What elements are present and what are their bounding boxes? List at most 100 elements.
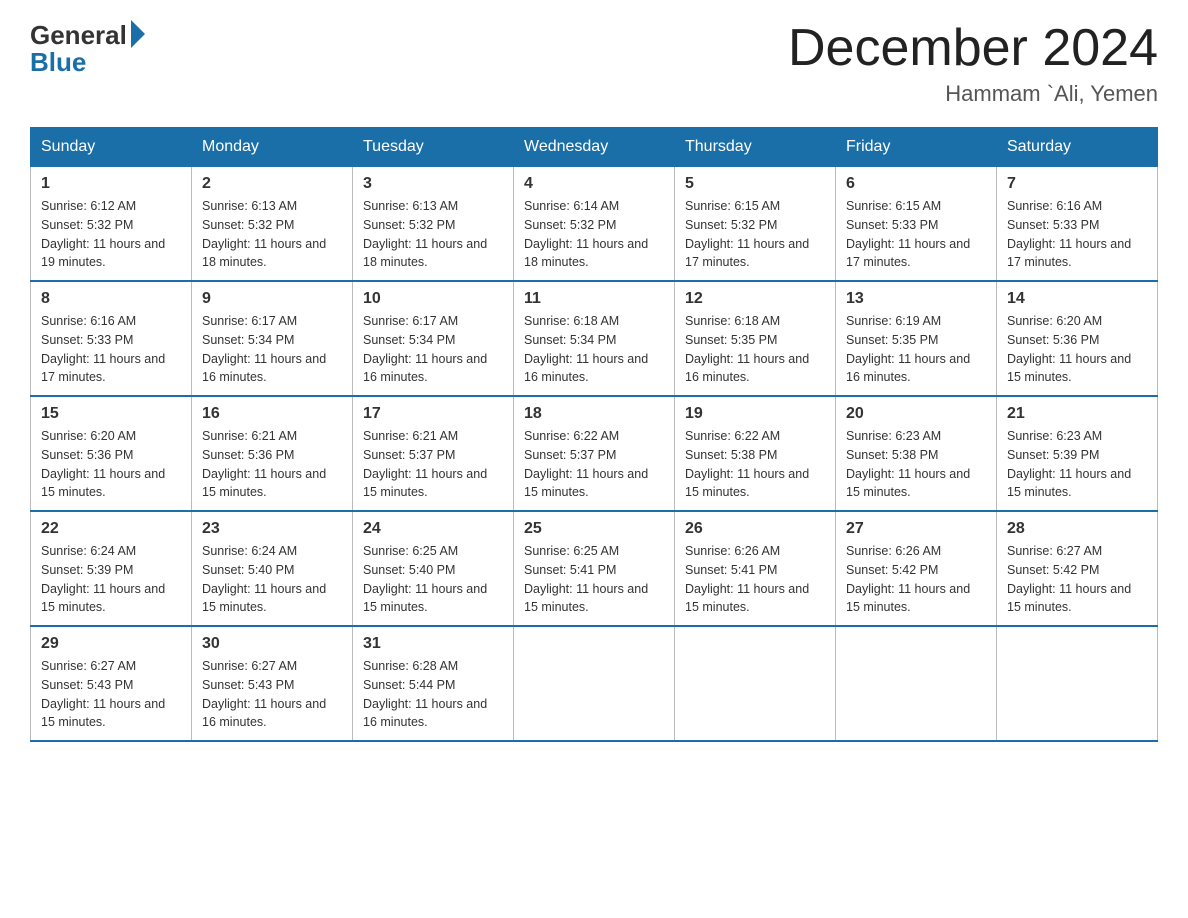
calendar-day: 14 Sunrise: 6:20 AMSunset: 5:36 PMDaylig…: [997, 281, 1158, 396]
logo-triangle-icon: [131, 20, 145, 48]
calendar-day: 22 Sunrise: 6:24 AMSunset: 5:39 PMDaylig…: [31, 511, 192, 626]
calendar-day: 7 Sunrise: 6:16 AMSunset: 5:33 PMDayligh…: [997, 167, 1158, 282]
day-info: Sunrise: 6:16 AMSunset: 5:33 PMDaylight:…: [41, 314, 165, 384]
calendar-day: 2 Sunrise: 6:13 AMSunset: 5:32 PMDayligh…: [192, 167, 353, 282]
calendar-table: SundayMondayTuesdayWednesdayThursdayFrid…: [30, 127, 1158, 742]
day-info: Sunrise: 6:22 AMSunset: 5:37 PMDaylight:…: [524, 429, 648, 499]
day-info: Sunrise: 6:18 AMSunset: 5:34 PMDaylight:…: [524, 314, 648, 384]
day-info: Sunrise: 6:24 AMSunset: 5:40 PMDaylight:…: [202, 544, 326, 614]
day-number: 13: [846, 290, 986, 308]
calendar-week-5: 29 Sunrise: 6:27 AMSunset: 5:43 PMDaylig…: [31, 626, 1158, 741]
day-info: Sunrise: 6:22 AMSunset: 5:38 PMDaylight:…: [685, 429, 809, 499]
calendar-week-2: 8 Sunrise: 6:16 AMSunset: 5:33 PMDayligh…: [31, 281, 1158, 396]
calendar-day: 21 Sunrise: 6:23 AMSunset: 5:39 PMDaylig…: [997, 396, 1158, 511]
title-block: December 2024 Hammam `Ali, Yemen: [788, 20, 1158, 107]
day-info: Sunrise: 6:13 AMSunset: 5:32 PMDaylight:…: [363, 199, 487, 269]
day-info: Sunrise: 6:13 AMSunset: 5:32 PMDaylight:…: [202, 199, 326, 269]
day-info: Sunrise: 6:21 AMSunset: 5:37 PMDaylight:…: [363, 429, 487, 499]
day-number: 18: [524, 405, 664, 423]
calendar-day: 4 Sunrise: 6:14 AMSunset: 5:32 PMDayligh…: [514, 167, 675, 282]
day-number: 12: [685, 290, 825, 308]
header-thursday: Thursday: [675, 128, 836, 167]
calendar-day: [675, 626, 836, 741]
day-info: Sunrise: 6:27 AMSunset: 5:42 PMDaylight:…: [1007, 544, 1131, 614]
calendar-week-3: 15 Sunrise: 6:20 AMSunset: 5:36 PMDaylig…: [31, 396, 1158, 511]
day-number: 31: [363, 635, 503, 653]
day-number: 7: [1007, 175, 1147, 193]
day-number: 19: [685, 405, 825, 423]
header-sunday: Sunday: [31, 128, 192, 167]
calendar-day: 23 Sunrise: 6:24 AMSunset: 5:40 PMDaylig…: [192, 511, 353, 626]
header-saturday: Saturday: [997, 128, 1158, 167]
day-number: 21: [1007, 405, 1147, 423]
day-info: Sunrise: 6:25 AMSunset: 5:40 PMDaylight:…: [363, 544, 487, 614]
day-number: 24: [363, 520, 503, 538]
calendar-day: 3 Sunrise: 6:13 AMSunset: 5:32 PMDayligh…: [353, 167, 514, 282]
day-info: Sunrise: 6:19 AMSunset: 5:35 PMDaylight:…: [846, 314, 970, 384]
day-number: 5: [685, 175, 825, 193]
day-number: 9: [202, 290, 342, 308]
day-info: Sunrise: 6:18 AMSunset: 5:35 PMDaylight:…: [685, 314, 809, 384]
calendar-day: [514, 626, 675, 741]
calendar-day: 13 Sunrise: 6:19 AMSunset: 5:35 PMDaylig…: [836, 281, 997, 396]
logo-blue-text: Blue: [30, 47, 145, 78]
day-number: 14: [1007, 290, 1147, 308]
calendar-day: 18 Sunrise: 6:22 AMSunset: 5:37 PMDaylig…: [514, 396, 675, 511]
calendar-day: 31 Sunrise: 6:28 AMSunset: 5:44 PMDaylig…: [353, 626, 514, 741]
calendar-day: 27 Sunrise: 6:26 AMSunset: 5:42 PMDaylig…: [836, 511, 997, 626]
day-number: 27: [846, 520, 986, 538]
calendar-day: [836, 626, 997, 741]
page-header: General Blue December 2024 Hammam `Ali, …: [30, 20, 1158, 107]
calendar-week-4: 22 Sunrise: 6:24 AMSunset: 5:39 PMDaylig…: [31, 511, 1158, 626]
calendar-day: 9 Sunrise: 6:17 AMSunset: 5:34 PMDayligh…: [192, 281, 353, 396]
day-number: 20: [846, 405, 986, 423]
day-info: Sunrise: 6:20 AMSunset: 5:36 PMDaylight:…: [1007, 314, 1131, 384]
day-info: Sunrise: 6:23 AMSunset: 5:39 PMDaylight:…: [1007, 429, 1131, 499]
day-number: 30: [202, 635, 342, 653]
day-info: Sunrise: 6:24 AMSunset: 5:39 PMDaylight:…: [41, 544, 165, 614]
calendar-day: 28 Sunrise: 6:27 AMSunset: 5:42 PMDaylig…: [997, 511, 1158, 626]
day-info: Sunrise: 6:23 AMSunset: 5:38 PMDaylight:…: [846, 429, 970, 499]
day-number: 17: [363, 405, 503, 423]
calendar-day: 16 Sunrise: 6:21 AMSunset: 5:36 PMDaylig…: [192, 396, 353, 511]
day-info: Sunrise: 6:26 AMSunset: 5:42 PMDaylight:…: [846, 544, 970, 614]
day-info: Sunrise: 6:27 AMSunset: 5:43 PMDaylight:…: [202, 659, 326, 729]
header-friday: Friday: [836, 128, 997, 167]
calendar-header-row: SundayMondayTuesdayWednesdayThursdayFrid…: [31, 128, 1158, 167]
day-info: Sunrise: 6:25 AMSunset: 5:41 PMDaylight:…: [524, 544, 648, 614]
header-monday: Monday: [192, 128, 353, 167]
day-number: 8: [41, 290, 181, 308]
day-number: 10: [363, 290, 503, 308]
day-info: Sunrise: 6:12 AMSunset: 5:32 PMDaylight:…: [41, 199, 165, 269]
month-year-title: December 2024: [788, 20, 1158, 77]
calendar-day: 5 Sunrise: 6:15 AMSunset: 5:32 PMDayligh…: [675, 167, 836, 282]
calendar-day: 17 Sunrise: 6:21 AMSunset: 5:37 PMDaylig…: [353, 396, 514, 511]
calendar-week-1: 1 Sunrise: 6:12 AMSunset: 5:32 PMDayligh…: [31, 167, 1158, 282]
day-info: Sunrise: 6:15 AMSunset: 5:32 PMDaylight:…: [685, 199, 809, 269]
day-info: Sunrise: 6:15 AMSunset: 5:33 PMDaylight:…: [846, 199, 970, 269]
calendar-day: 19 Sunrise: 6:22 AMSunset: 5:38 PMDaylig…: [675, 396, 836, 511]
location-subtitle: Hammam `Ali, Yemen: [788, 81, 1158, 107]
calendar-day: 29 Sunrise: 6:27 AMSunset: 5:43 PMDaylig…: [31, 626, 192, 741]
day-number: 6: [846, 175, 986, 193]
calendar-day: 30 Sunrise: 6:27 AMSunset: 5:43 PMDaylig…: [192, 626, 353, 741]
day-info: Sunrise: 6:20 AMSunset: 5:36 PMDaylight:…: [41, 429, 165, 499]
day-number: 29: [41, 635, 181, 653]
day-number: 1: [41, 175, 181, 193]
day-info: Sunrise: 6:17 AMSunset: 5:34 PMDaylight:…: [363, 314, 487, 384]
calendar-day: 1 Sunrise: 6:12 AMSunset: 5:32 PMDayligh…: [31, 167, 192, 282]
calendar-day: 24 Sunrise: 6:25 AMSunset: 5:40 PMDaylig…: [353, 511, 514, 626]
calendar-day: 26 Sunrise: 6:26 AMSunset: 5:41 PMDaylig…: [675, 511, 836, 626]
day-number: 4: [524, 175, 664, 193]
day-number: 2: [202, 175, 342, 193]
day-info: Sunrise: 6:16 AMSunset: 5:33 PMDaylight:…: [1007, 199, 1131, 269]
day-number: 22: [41, 520, 181, 538]
calendar-day: 10 Sunrise: 6:17 AMSunset: 5:34 PMDaylig…: [353, 281, 514, 396]
day-info: Sunrise: 6:17 AMSunset: 5:34 PMDaylight:…: [202, 314, 326, 384]
calendar-day: 20 Sunrise: 6:23 AMSunset: 5:38 PMDaylig…: [836, 396, 997, 511]
header-tuesday: Tuesday: [353, 128, 514, 167]
day-number: 23: [202, 520, 342, 538]
day-info: Sunrise: 6:14 AMSunset: 5:32 PMDaylight:…: [524, 199, 648, 269]
calendar-day: 15 Sunrise: 6:20 AMSunset: 5:36 PMDaylig…: [31, 396, 192, 511]
day-number: 11: [524, 290, 664, 308]
